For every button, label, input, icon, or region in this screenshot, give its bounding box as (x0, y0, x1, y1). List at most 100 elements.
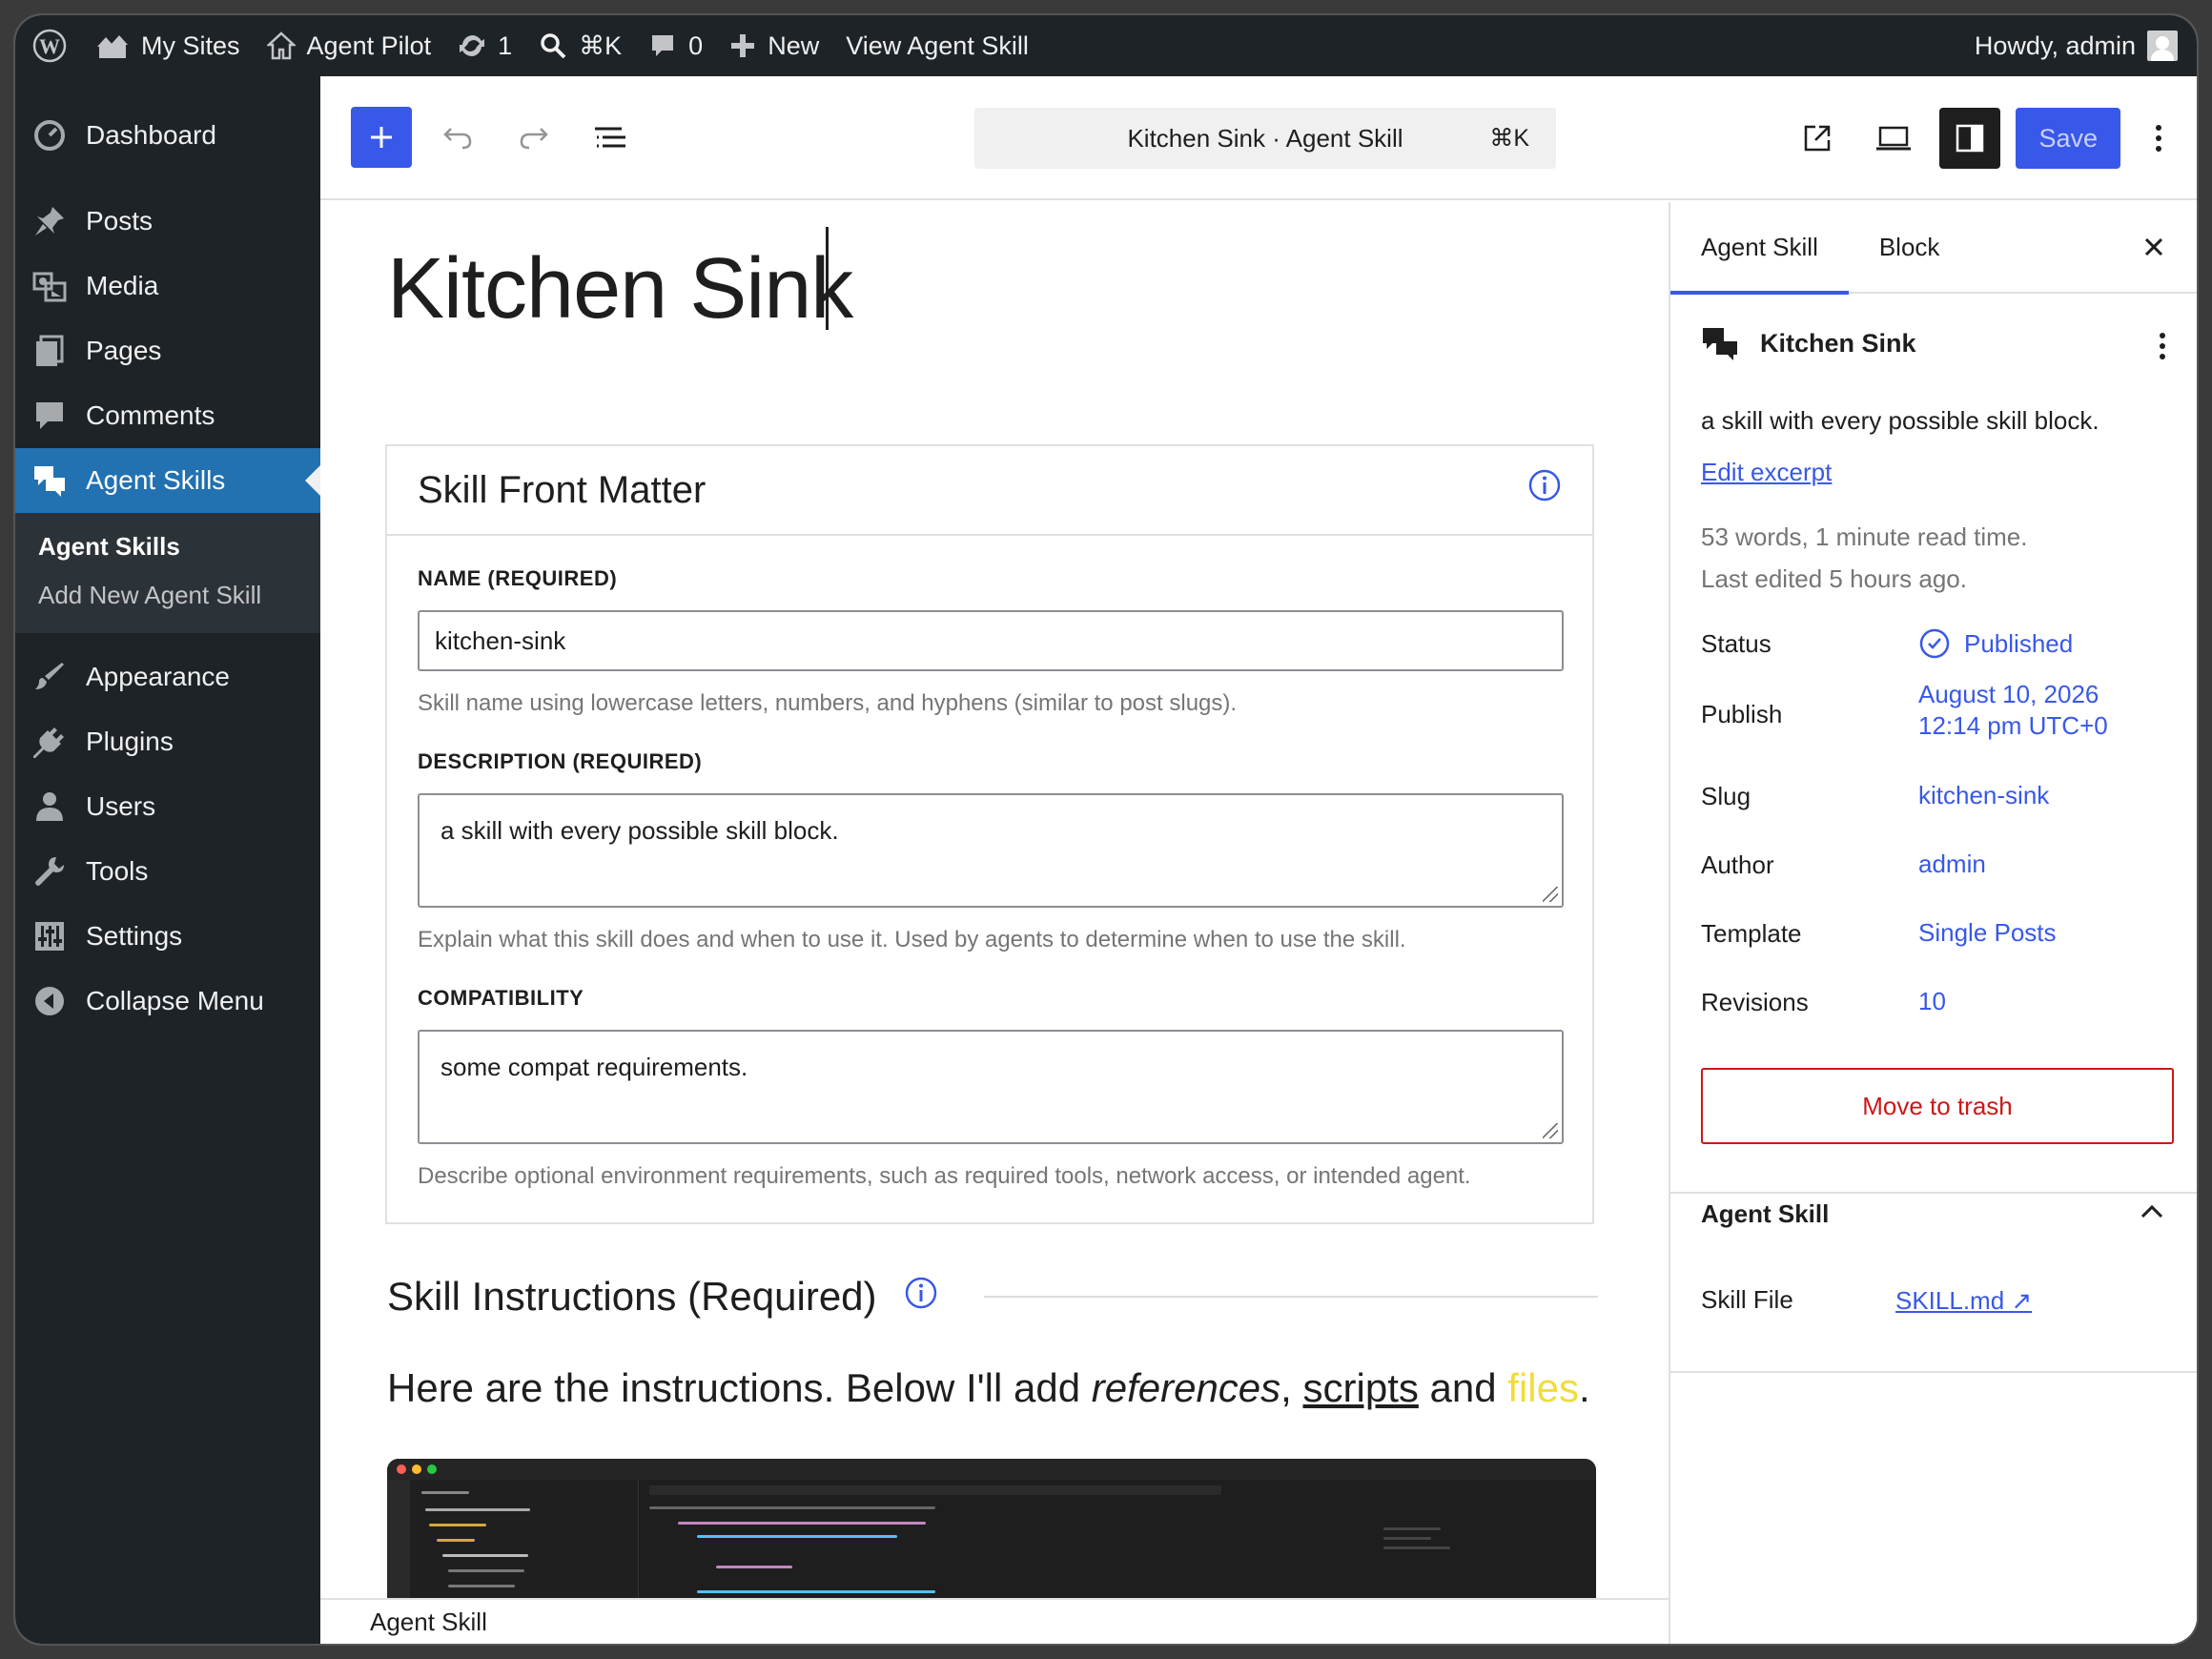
instructions-paragraph[interactable]: Here are the instructions. Below I'll ad… (387, 1365, 1590, 1411)
info-icon[interactable] (904, 1274, 938, 1320)
sidebar-item-media[interactable]: Media (15, 254, 320, 318)
edit-excerpt-link[interactable]: Edit excerpt (1701, 458, 1832, 487)
sidebar-item-tools[interactable]: Tools (15, 839, 320, 904)
undo-button[interactable] (427, 107, 488, 168)
view-post-link[interactable]: View Agent Skill (832, 15, 1042, 76)
dashboard-icon (34, 120, 65, 151)
updates-icon (460, 34, 485, 57)
updates-button[interactable]: 1 (444, 15, 525, 76)
sidebar-item-label: Pages (86, 336, 162, 365)
text-run: and (1418, 1365, 1508, 1410)
info-icon[interactable] (1527, 468, 1562, 512)
author-label: Author (1701, 850, 1774, 879)
undo-icon (443, 128, 472, 150)
revisions-button[interactable]: 10 (1918, 986, 1946, 1017)
sidebar-item-plugins[interactable]: Plugins (15, 709, 320, 774)
underlined-text: scripts (1302, 1365, 1419, 1410)
wordpress-logo-button[interactable]: W (15, 15, 80, 76)
breadcrumb-item[interactable]: Agent Skill (370, 1608, 487, 1637)
save-button[interactable]: Save (2016, 108, 2120, 169)
skill-file-label: Skill File (1701, 1285, 1793, 1314)
separator-line (983, 1296, 1598, 1298)
sidebar-item-pages[interactable]: Pages (15, 318, 320, 383)
close-sidebar-button[interactable] (2140, 233, 2168, 266)
status-label: Status (1701, 629, 1772, 658)
comment-icon (36, 402, 63, 429)
command-title: Kitchen Sink · Agent Skill (1127, 123, 1403, 153)
redo-button[interactable] (503, 107, 564, 168)
resize-handle[interactable] (1543, 887, 1558, 902)
admin-bar: W My Sites Agent Pilot 1 ⌘K 0 New View A… (15, 15, 2197, 76)
sidebar-item-label: Posts (86, 206, 154, 236)
word-count: 53 words, 1 minute read time. (1701, 522, 2028, 551)
pin-icon (35, 207, 64, 236)
tab-agent-skill[interactable]: Agent Skill (1670, 201, 1849, 295)
search-button[interactable]: ⌘K (525, 15, 635, 76)
instructions-heading-text: Skill Instructions (Required) (387, 1274, 877, 1319)
browser-window: W My Sites Agent Pilot 1 ⌘K 0 New View A… (15, 15, 2197, 1644)
compatibility-field[interactable]: some compat requirements. (418, 1030, 1564, 1144)
howdy-label: Howdy, admin (1974, 31, 2136, 60)
front-matter-block[interactable]: Skill Front Matter NAME (REQUIRED) kitch… (385, 444, 1594, 1224)
description-field[interactable]: a skill with every possible skill block. (418, 793, 1564, 908)
name-field-help: Skill name using lowercase letters, numb… (418, 690, 1238, 716)
post-actions-button[interactable] (2159, 332, 2166, 365)
sidebar-item-settings[interactable]: Settings (15, 904, 320, 969)
preview-device-button[interactable] (1863, 108, 1924, 169)
agent-skill-panel-title[interactable]: Agent Skill (1701, 1199, 1829, 1229)
sidebar-item-comments[interactable]: Comments (15, 383, 320, 448)
settings-sidebar-toggle[interactable] (1939, 108, 2001, 169)
resize-handle[interactable] (1543, 1123, 1558, 1138)
command-palette-bar[interactable]: Kitchen Sink · Agent Skill ⌘K (974, 108, 1556, 169)
comments-button[interactable]: 0 (635, 15, 716, 76)
status-value: Published (1964, 628, 2074, 658)
screenshot-code-area (640, 1480, 1596, 1598)
view-post-button[interactable] (1787, 108, 1848, 169)
status-button[interactable]: Published (1918, 627, 2073, 660)
more-vertical-icon (2156, 125, 2161, 152)
chat-bubbles-icon (1703, 328, 1737, 360)
skill-file-link[interactable]: SKILL.md ↗ (1895, 1285, 2032, 1317)
options-menu-button[interactable] (2136, 108, 2181, 169)
sidebar-item-label: Dashboard (86, 120, 216, 150)
template-button[interactable]: Single Posts (1918, 917, 2057, 949)
search-shortcut: ⌘K (579, 31, 623, 60)
sidebar-item-label: Users (86, 791, 156, 821)
panel-toggle-button[interactable] (2140, 1203, 2164, 1225)
account-menu[interactable]: Howdy, admin (1961, 15, 2197, 76)
redo-icon (520, 128, 548, 150)
screenshot-explorer (410, 1480, 639, 1598)
sidebar-item-label: Appearance (86, 662, 231, 691)
new-content-menu[interactable]: New (716, 15, 832, 76)
sidebar-item-dashboard[interactable]: Dashboard (15, 103, 320, 168)
post-title[interactable]: Kitchen Sink (387, 240, 853, 338)
instructions-heading[interactable]: Skill Instructions (Required) (387, 1274, 1598, 1320)
sidebar-item-appearance[interactable]: Appearance (15, 645, 320, 709)
post-card-name: Kitchen Sink (1760, 328, 1916, 358)
sidebar-item-agent-skills[interactable]: Agent Skills (15, 448, 320, 513)
author-button[interactable]: admin (1918, 849, 1986, 880)
submenu-item-agent-skills[interactable]: Agent Skills (15, 522, 320, 571)
sidebar-tabs: Agent Skill Block (1670, 201, 2197, 295)
document-overview-button[interactable] (580, 107, 641, 168)
name-field[interactable]: kitchen-sink (418, 610, 1564, 671)
italic-text: references (1091, 1365, 1281, 1410)
sidebar-item-posts[interactable]: Posts (15, 189, 320, 254)
move-to-trash-button[interactable]: Move to trash (1701, 1068, 2174, 1144)
text-run: , (1280, 1365, 1303, 1410)
sidebar-item-users[interactable]: Users (15, 774, 320, 839)
slug-button[interactable]: kitchen-sink (1918, 780, 2049, 811)
submenu-item-add-new[interactable]: Add New Agent Skill (15, 571, 320, 620)
wrench-icon (35, 857, 64, 886)
user-icon (36, 792, 63, 821)
collapse-menu-button[interactable]: Collapse Menu (15, 969, 320, 1034)
code-editor-screenshot-image[interactable] (387, 1459, 1596, 1598)
pages-icon (36, 335, 64, 366)
my-sites-menu[interactable]: My Sites (80, 15, 254, 76)
publish-date: August 10, 2026 (1918, 680, 2099, 708)
site-name-menu[interactable]: Agent Pilot (254, 15, 445, 76)
chat-bubbles-icon (34, 466, 65, 497)
tab-block[interactable]: Block (1849, 201, 1971, 293)
publish-date-button[interactable]: August 10, 2026 12:14 pm UTC+0 (1918, 679, 2108, 742)
block-inserter-button[interactable] (351, 107, 412, 168)
